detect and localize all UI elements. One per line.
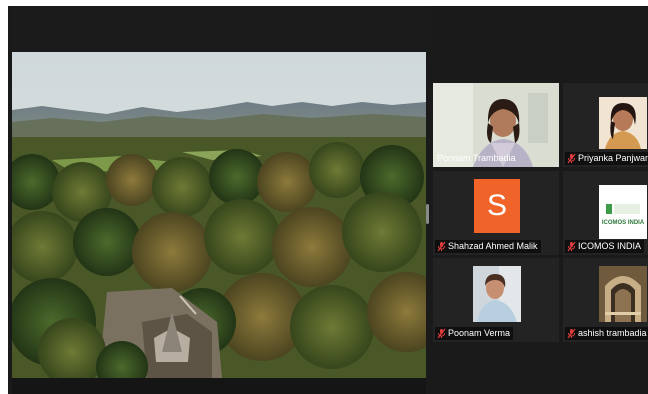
meeting-window: Poonam Trambadia Priyanka Panjwani S Sha… xyxy=(8,6,648,394)
aerial-landscape-image xyxy=(12,52,426,378)
shared-video-frame xyxy=(12,52,426,378)
participant-tile-shahzad-ahmed-malik[interactable]: S Shahzad Ahmed Malik xyxy=(433,171,559,255)
participant-name: Poonam Verma xyxy=(448,328,511,338)
shared-screen-letterbox-top xyxy=(12,6,426,52)
shared-screen-letterbox-bottom xyxy=(12,378,426,394)
participant-name-tag: ICOMOS INDIA xyxy=(565,240,645,253)
participant-name-tag: Poonam Verma xyxy=(435,327,514,340)
participant-photo xyxy=(473,266,521,322)
participant-name-tag: Poonam Trambadia xyxy=(435,152,519,165)
microphone-muted-icon xyxy=(567,153,576,164)
participant-tile-ashish-trambadia[interactable]: ashish trambadia xyxy=(563,258,648,342)
microphone-muted-icon xyxy=(567,241,576,252)
icomos-logo-icon xyxy=(604,201,642,214)
participant-name-tag: Priyanka Panjwani xyxy=(565,152,648,165)
microphone-muted-icon xyxy=(437,328,446,339)
participant-name: Shahzad Ahmed Malik xyxy=(448,241,538,251)
participant-name: Priyanka Panjwani xyxy=(578,153,648,163)
logo-text: ICOMOS INDIA xyxy=(601,219,645,226)
participant-avatar: S xyxy=(474,179,520,233)
participant-photo xyxy=(599,266,647,322)
microphone-muted-icon xyxy=(567,328,576,339)
participant-tile-icomos-india[interactable]: ICOMOS INDIA ICOMOS INDIA xyxy=(563,171,648,255)
participant-tile-poonam-verma[interactable]: Poonam Verma xyxy=(433,258,559,342)
participant-name: ashish trambadia xyxy=(578,328,647,338)
participant-tile-poonam-trambadia[interactable]: Poonam Trambadia xyxy=(433,83,559,167)
participant-name-tag: Shahzad Ahmed Malik xyxy=(435,240,541,253)
participant-name: Poonam Trambadia xyxy=(437,153,516,163)
shared-screen[interactable] xyxy=(12,6,426,394)
split-view-resize-handle[interactable] xyxy=(426,204,429,224)
participant-name: ICOMOS INDIA xyxy=(578,241,642,251)
organization-logo: ICOMOS INDIA xyxy=(599,185,647,239)
participant-name-tag: ashish trambadia xyxy=(565,327,648,340)
participant-photo xyxy=(599,97,647,149)
participant-tile-priyanka-panjwani[interactable]: Priyanka Panjwani xyxy=(563,83,648,167)
microphone-muted-icon xyxy=(437,241,446,252)
